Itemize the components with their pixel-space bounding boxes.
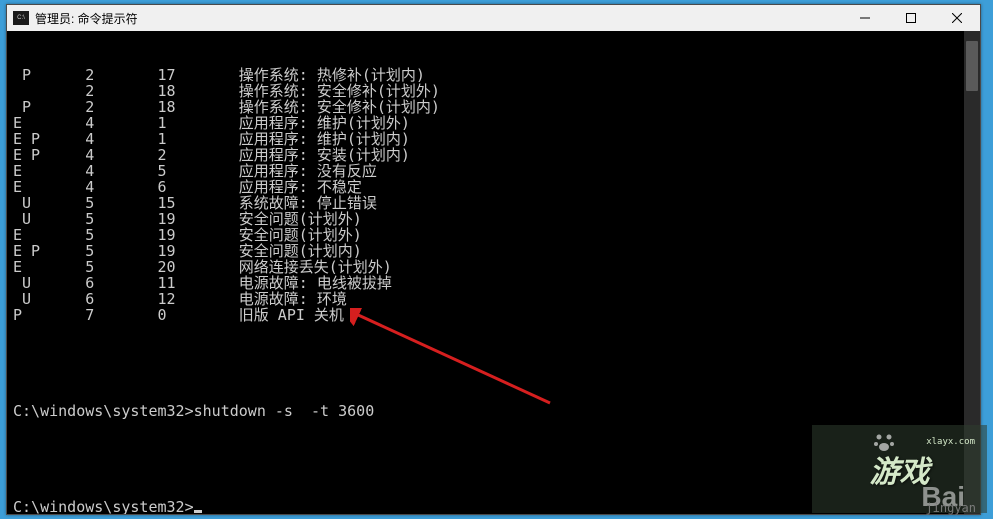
terminal-content: P 2 17 操作系统: 热修补(计划内) 2 18 操作系统: 安全修补(计划… [7,31,980,514]
window-controls [842,5,980,31]
cmd-icon [13,11,29,25]
terminal-output-line: E 4 1 应用程序: 维护(计划外) [13,115,974,131]
terminal-blank [13,355,974,371]
cursor [194,510,202,513]
terminal-output-line: E 5 20 网络连接丢失(计划外) [13,259,974,275]
terminal-output-line: U 5 15 系统故障: 停止错误 [13,195,974,211]
terminal-prompt-line: C:\windows\system32>shutdown -s -t 3600 [13,403,974,419]
terminal-output-line: U 6 12 电源故障: 环境 [13,291,974,307]
terminal-output-line: E 5 19 安全问题(计划外) [13,227,974,243]
prompt-command: shutdown -s -t 3600 [194,402,375,420]
command-prompt-window: 管理员: 命令提示符 P 2 17 操作系统: 热修补(计划内) 2 18 操作… [6,4,981,515]
terminal-output-line: P 2 17 操作系统: 热修补(计划内) [13,67,974,83]
terminal-output-line: P 7 0 旧版 API 关机 [13,307,974,323]
maximize-button[interactable] [888,5,934,31]
window-title: 管理员: 命令提示符 [35,10,842,27]
terminal-output-line: 2 18 操作系统: 安全修补(计划外) [13,83,974,99]
terminal-output-line: P 2 18 操作系统: 安全修补(计划内) [13,99,974,115]
terminal-blank [13,451,974,467]
terminal-body[interactable]: P 2 17 操作系统: 热修补(计划内) 2 18 操作系统: 安全修补(计划… [7,31,980,514]
terminal-prompt-current: C:\windows\system32> [13,499,974,514]
terminal-output-line: E P 4 2 应用程序: 安装(计划内) [13,147,974,163]
titlebar[interactable]: 管理员: 命令提示符 [7,5,980,31]
prompt-prefix: C:\windows\system32> [13,402,194,420]
scrollbar-thumb[interactable] [966,41,978,91]
terminal-output-line: U 5 19 安全问题(计划外) [13,211,974,227]
minimize-button[interactable] [842,5,888,31]
scrollbar-vertical[interactable] [964,31,980,514]
terminal-output-line: E P 4 1 应用程序: 维护(计划内) [13,131,974,147]
terminal-output-line: U 6 11 电源故障: 电线被拔掉 [13,275,974,291]
terminal-output-line: E 4 6 应用程序: 不稳定 [13,179,974,195]
prompt-prefix: C:\windows\system32> [13,498,194,514]
terminal-output-line: E 4 5 应用程序: 没有反应 [13,163,974,179]
terminal-output-line: E P 5 19 安全问题(计划内) [13,243,974,259]
close-button[interactable] [934,5,980,31]
